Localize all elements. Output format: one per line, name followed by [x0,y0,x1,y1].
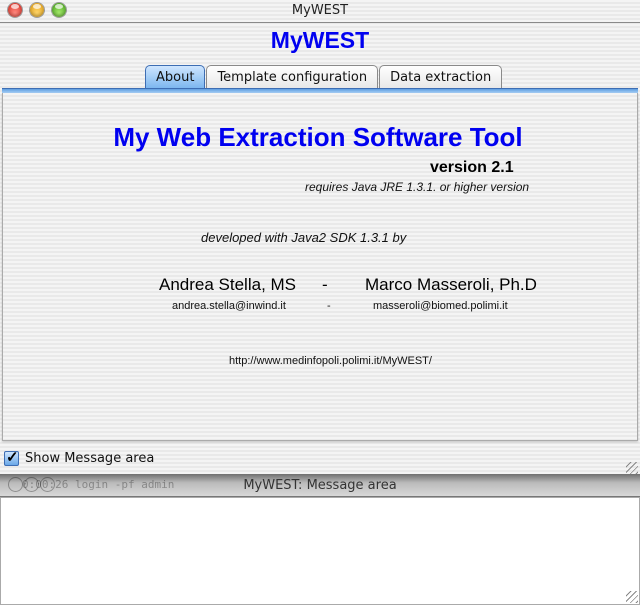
email-separator: - [327,300,331,312]
message-area[interactable] [0,497,640,605]
about-title: My Web Extraction Software Tool [113,122,523,152]
main-window: MyWEST MyWEST About Template configurati… [0,0,640,478]
window-title: MyWEST [291,3,349,18]
show-message-area-label: Show Message area [25,451,155,466]
show-message-area-checkbox[interactable]: ✓ Show Message area [4,449,155,466]
author-2-name: Marco Masseroli, Ph.D [365,275,537,294]
author-separator: - [322,275,328,294]
author-1-email: andrea.stella@inwind.it [172,300,286,312]
tab-template-configuration[interactable]: Template configuration [206,65,379,88]
checkmark-icon: ✓ [6,449,19,466]
message-window-title: MyWEST: Message area [243,478,397,493]
tab-data-extraction[interactable]: Data extraction [379,65,503,88]
message-resize-grip-icon[interactable] [626,591,638,603]
title-bar[interactable]: MyWEST [0,0,640,23]
author-1-name: Andrea Stella, MS [159,275,297,294]
author-2-email: masseroli@biomed.polimi.it [373,300,508,312]
tab-bar: About Template configuration Data extrac… [145,65,503,89]
version-label: version 2.1 [430,159,514,176]
tab-about[interactable]: About [145,65,206,88]
resize-grip-icon[interactable] [626,462,638,474]
message-title-bar[interactable]: 0:00:26 login -pf admin MyWEST: Message … [0,474,640,497]
website-url: http://www.medinfopoli.polimi.it/MyWEST/ [229,355,432,367]
developed-with-label: developed with Java2 SDK 1.3.1 by [201,230,407,245]
app-title: MyWEST [270,27,370,53]
message-window: 0:00:26 login -pf admin MyWEST: Message … [0,474,640,605]
requirements-label: requires Java JRE 1.3.1. or higher versi… [305,180,530,194]
checkbox-box[interactable]: ✓ [4,449,19,466]
